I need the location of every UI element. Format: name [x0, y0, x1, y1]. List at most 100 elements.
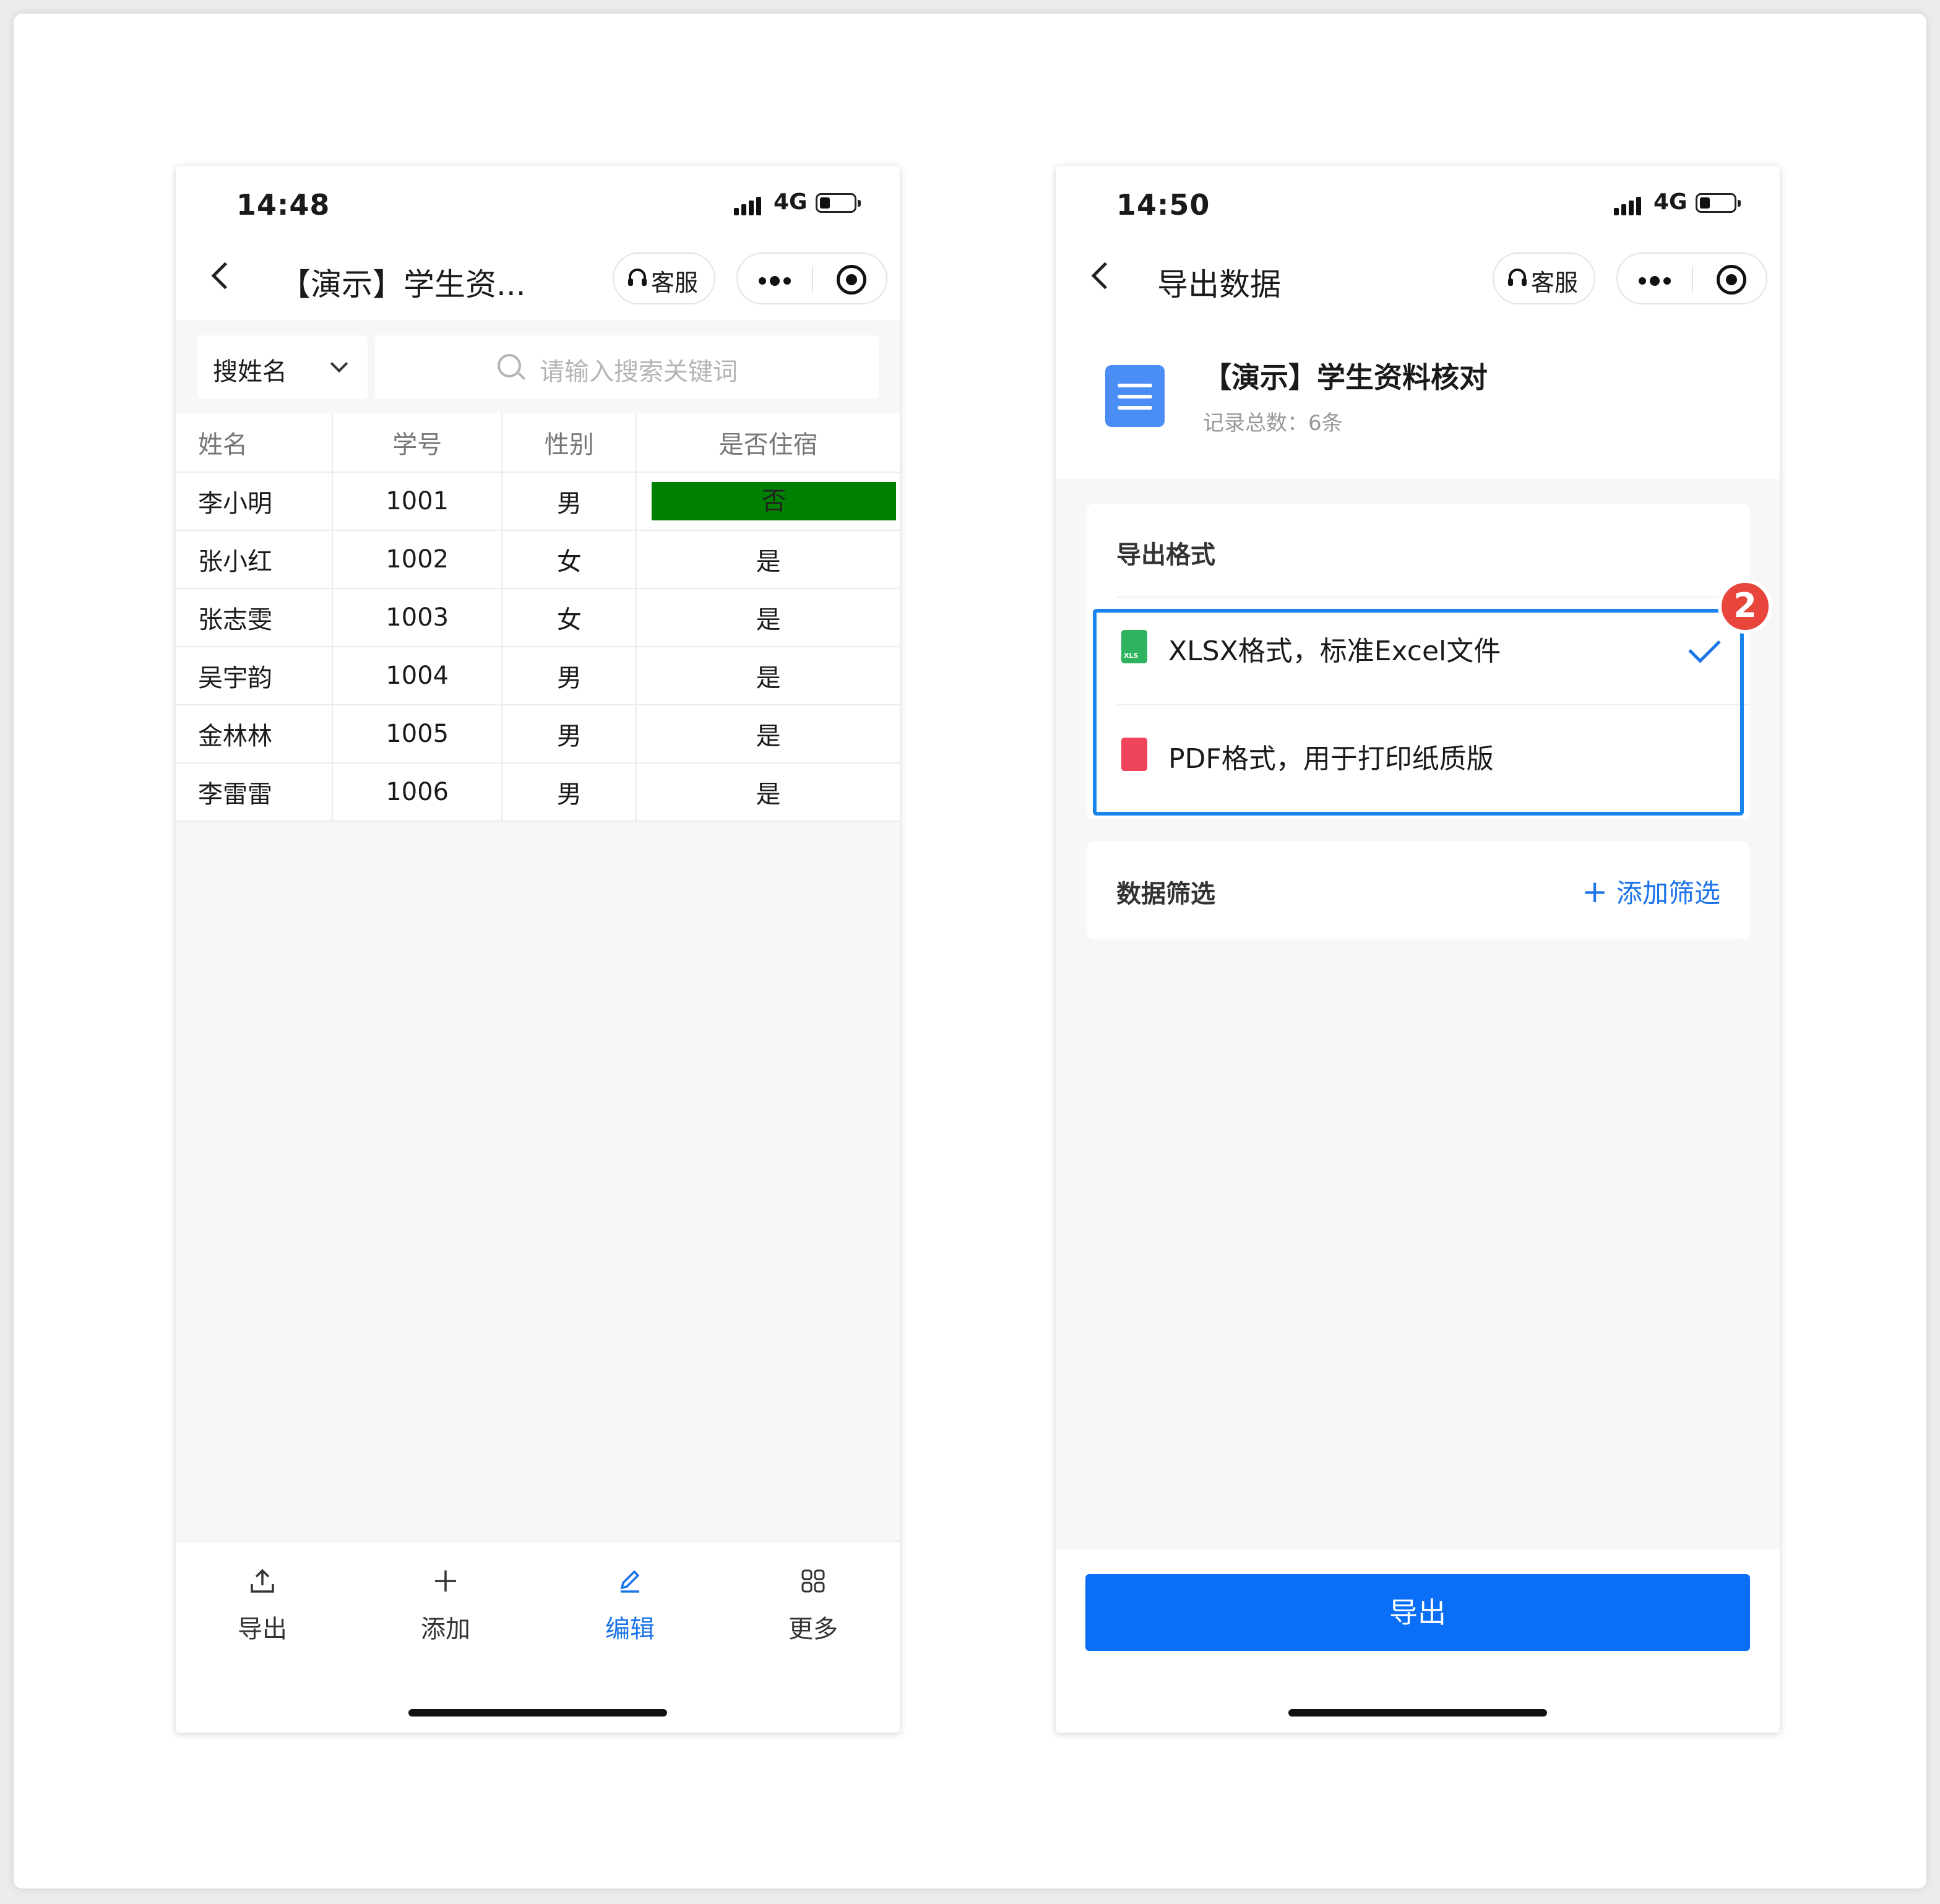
table-cell: 是 [636, 647, 900, 705]
nav-bar: 导出数据 客服 [1056, 239, 1780, 321]
tab-export[interactable]: 导出 [200, 1567, 324, 1645]
edit-icon [620, 1570, 640, 1593]
table-cell: 是 [636, 705, 900, 764]
headphones-icon [1508, 269, 1527, 286]
table-cell: 男 [502, 705, 637, 764]
table-cell-highlighted: 否 [636, 472, 900, 531]
column-header[interactable]: 姓名 [176, 413, 333, 473]
table-row[interactable]: 张小红 1002 女 是 [176, 530, 900, 589]
export-button[interactable]: 导出 [1085, 1574, 1750, 1651]
column-header[interactable]: 性别 [502, 413, 637, 473]
table-row[interactable]: 金林林 1005 男 是 [176, 705, 900, 764]
data-filter-section: 数据筛选 + 添加筛选 [1087, 842, 1750, 939]
tab-label: 添加 [421, 1615, 470, 1643]
table-row[interactable]: 李雷雷 1006 男 是 [176, 763, 900, 822]
signal-icon [734, 194, 766, 215]
add-filter-label: 添加筛选 [1616, 878, 1720, 908]
table-cell: 1005 [332, 705, 503, 764]
document-header: 【演示】学生资料核对 记录总数：6条 [1056, 321, 1780, 479]
search-field-label: 搜姓名 [213, 358, 287, 386]
status-time: 14:48 [236, 188, 330, 222]
table-header-row: 姓名 学号 性别 是否住宿 [176, 413, 900, 473]
search-input[interactable]: 请输入搜索关键词 [375, 335, 879, 398]
grid-icon [801, 1569, 825, 1593]
table-cell: 男 [502, 472, 637, 531]
table-cell: 男 [502, 647, 637, 705]
table-row[interactable]: 张志雯 1003 女 是 [176, 588, 900, 647]
upload-icon [251, 1569, 274, 1593]
more-icon[interactable] [1639, 275, 1675, 287]
table-cell: 女 [502, 588, 637, 647]
table-cell: 是 [636, 763, 900, 822]
document-title: 【演示】学生资料核对 [1203, 361, 1488, 394]
customer-service-label: 客服 [651, 269, 699, 296]
table-cell: 男 [502, 763, 637, 822]
table-cell: 金林林 [176, 705, 333, 764]
status-bar: 14:48 4G [176, 166, 900, 239]
plus-icon: + [1582, 874, 1608, 910]
customer-service-button[interactable]: 客服 [613, 252, 715, 304]
tab-edit[interactable]: 编辑 [568, 1567, 692, 1645]
tab-label: 编辑 [605, 1615, 655, 1643]
table-row[interactable]: 吴宇韵 1004 男 是 [176, 647, 900, 705]
tab-add[interactable]: 添加 [384, 1567, 507, 1645]
mini-program-capsule [1616, 252, 1767, 304]
table-cell: 张志雯 [176, 588, 333, 647]
column-header[interactable]: 是否住宿 [636, 413, 900, 473]
table-cell: 李小明 [176, 472, 333, 531]
home-indicator [408, 1709, 667, 1717]
column-header[interactable]: 学号 [332, 413, 503, 473]
search-bar: 搜姓名 请输入搜索关键词 [176, 321, 900, 413]
mini-program-capsule [736, 252, 887, 304]
add-filter-button[interactable]: + 添加筛选 [1582, 872, 1720, 910]
bottom-action-bar: 导出 [1056, 1549, 1780, 1733]
phone-table-view: 14:48 4G 【演示】学生资... 客服 搜姓名 请输入搜索关键词 姓名 学… [176, 166, 900, 1733]
nav-bar: 【演示】学生资... 客服 [176, 239, 900, 321]
back-icon[interactable] [211, 262, 239, 290]
data-table: 姓名 学号 性别 是否住宿 李小明 1001 男 否 张小红 1002 女 是 … [176, 413, 900, 822]
table-cell: 1001 [332, 472, 503, 531]
search-field-select[interactable]: 搜姓名 [198, 335, 368, 398]
more-icon[interactable] [759, 275, 795, 287]
section-title: 导出格式 [1116, 541, 1215, 569]
table-cell: 1003 [332, 588, 503, 647]
customer-service-label: 客服 [1531, 269, 1579, 296]
chevron-down-icon [330, 355, 348, 373]
tab-more[interactable]: 更多 [751, 1567, 875, 1645]
table-row[interactable]: 李小明 1001 男 否 [176, 472, 900, 531]
table-cell: 是 [636, 530, 900, 589]
table-cell: 张小红 [176, 530, 333, 589]
status-time: 14:50 [1116, 188, 1210, 222]
plus-icon [435, 1570, 456, 1592]
network-type: 4G [1653, 189, 1688, 215]
page-title: 【演示】学生资... [280, 267, 526, 303]
headphones-icon [628, 269, 647, 286]
network-type: 4G [774, 189, 808, 215]
search-placeholder: 请输入搜索关键词 [540, 358, 738, 386]
highlight-frame [1093, 609, 1744, 816]
table-cell: 是 [636, 588, 900, 647]
back-icon[interactable] [1091, 262, 1119, 290]
step-badge: 2 [1718, 579, 1772, 634]
signal-icon [1614, 194, 1646, 215]
page-title: 导出数据 [1157, 267, 1281, 303]
table-cell: 1002 [332, 530, 503, 589]
document-icon [1105, 365, 1165, 427]
record-count: 记录总数：6条 [1203, 411, 1343, 436]
table-cell: 李雷雷 [176, 763, 333, 822]
highlighted-value: 否 [652, 482, 896, 520]
home-indicator [1288, 1709, 1547, 1717]
close-record-icon[interactable] [837, 265, 866, 295]
table-cell: 吴宇韵 [176, 647, 333, 705]
tab-label: 导出 [238, 1615, 287, 1643]
close-record-icon[interactable] [1717, 265, 1746, 295]
status-bar: 14:50 4G [1056, 166, 1780, 239]
table-cell: 1006 [332, 763, 503, 822]
battery-icon [816, 193, 861, 213]
search-icon [498, 354, 526, 381]
customer-service-button[interactable]: 客服 [1493, 252, 1595, 304]
tab-label: 更多 [788, 1615, 838, 1643]
section-title: 数据筛选 [1116, 880, 1215, 908]
bottom-tab-bar: 导出 添加 编辑 更多 [176, 1541, 900, 1733]
table-cell: 1004 [332, 647, 503, 705]
